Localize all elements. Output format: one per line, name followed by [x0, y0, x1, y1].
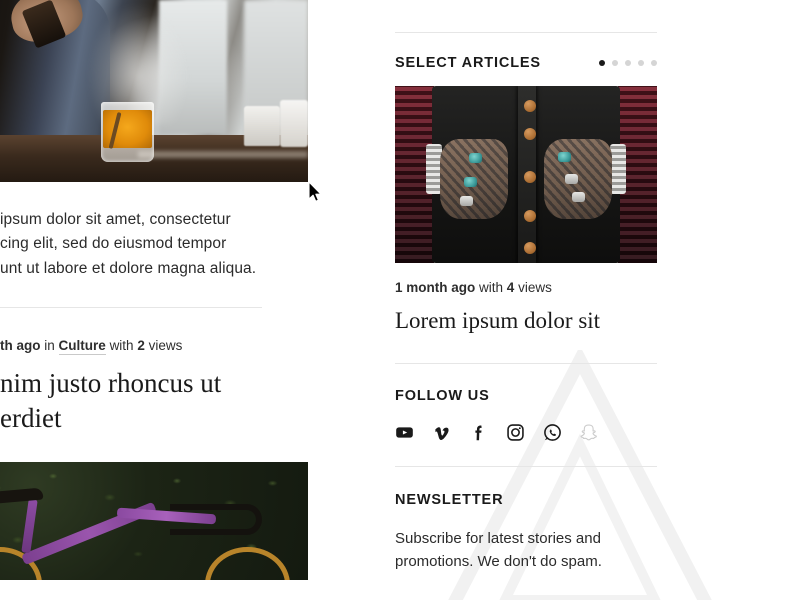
- article-with-label: with: [109, 338, 134, 354]
- featured-tattooed-hand-right: [544, 139, 613, 219]
- featured-jacket-button-4: [523, 209, 536, 222]
- featured-views-label: views: [518, 280, 552, 295]
- featured-jacket-button-3: [523, 170, 536, 183]
- excerpt-line-1: ipsum dolor sit amet, consectetur: [0, 211, 231, 228]
- carousel-dot-4[interactable]: [638, 60, 644, 66]
- carousel-dots[interactable]: [599, 60, 657, 66]
- bicycle-article-image[interactable]: [0, 461, 308, 580]
- featured-bracelet-right: [609, 144, 626, 194]
- whatsapp-icon[interactable]: [543, 423, 562, 442]
- featured-jacket-button-1: [523, 100, 536, 113]
- article-in-label: in: [44, 338, 55, 354]
- article-title-line-2: erdiet: [0, 403, 62, 433]
- featured-tattooed-hand-left: [439, 139, 508, 219]
- sidebar: SELECT ARTICLES 1 month ago with 4 views…: [395, 0, 657, 573]
- featured-ring-5: [564, 174, 578, 185]
- select-articles-header: SELECT ARTICLES: [395, 55, 657, 71]
- excerpt-line-3: unt ut labore et dolore magna aliqua.: [0, 259, 257, 277]
- featured-ring-3: [459, 196, 473, 207]
- featured-time-ago: 1 month ago: [395, 280, 476, 295]
- hero-article-image[interactable]: [0, 0, 308, 182]
- carousel-dot-3[interactable]: [625, 60, 631, 66]
- hero-cocktail-glass: [100, 101, 154, 162]
- carousel-dot-5[interactable]: [651, 60, 657, 66]
- select-articles-title: SELECT ARTICLES: [395, 55, 541, 71]
- excerpt-line-2: cing elit, sed do eiusmod tempor: [0, 235, 227, 253]
- page-root: ipsum dolor sit amet, consectetur cing e…: [0, 0, 800, 600]
- follow-us-title: FOLLOW US: [395, 387, 490, 404]
- carousel-dot-1[interactable]: [599, 60, 605, 66]
- featured-with-label: with: [479, 280, 504, 295]
- featured-article-image[interactable]: [395, 86, 657, 263]
- newsletter-title: NEWSLETTER: [395, 491, 504, 508]
- featured-ring-2: [464, 177, 478, 188]
- featured-ring-6: [571, 191, 585, 202]
- vimeo-icon[interactable]: [432, 423, 451, 442]
- article-time-ago: th ago: [0, 338, 41, 354]
- article-title[interactable]: nim justo rhoncus ut erdiet: [0, 353, 308, 435]
- featured-jacket-button-5: [523, 241, 536, 254]
- hero-bar-highlight: [138, 151, 308, 159]
- article-title-line-1: nim justo rhoncus ut: [0, 368, 222, 399]
- hero-background-bottle-1: [244, 105, 280, 146]
- main-content-column: ipsum dolor sit amet, consectetur cing e…: [0, 0, 308, 580]
- article-excerpt: ipsum dolor sit amet, consectetur cing e…: [0, 182, 308, 281]
- snapchat-icon[interactable]: [580, 423, 599, 442]
- featured-views-count: 4: [506, 280, 515, 295]
- article-views-label: views: [148, 338, 183, 354]
- facebook-icon[interactable]: [469, 423, 488, 442]
- article-meta: th ago in Culture with 2 views: [0, 308, 308, 356]
- article-category-link[interactable]: Culture: [58, 338, 106, 356]
- hero-background-bottle-2: [279, 100, 308, 148]
- newsletter-description: Subscribe for latest stories and promoti…: [395, 529, 602, 571]
- youtube-icon[interactable]: [395, 423, 414, 442]
- instagram-icon[interactable]: [506, 423, 525, 442]
- featured-article-title[interactable]: Lorem ipsum dolor sit: [395, 306, 657, 336]
- mouse-cursor: [308, 181, 322, 202]
- carousel-dot-2[interactable]: [612, 60, 618, 66]
- bike-handlebars: [169, 504, 262, 535]
- social-links[interactable]: [395, 423, 657, 442]
- featured-ring-4: [557, 151, 571, 162]
- featured-ring-1: [469, 153, 483, 164]
- featured-article-meta: 1 month ago with 4 views: [395, 280, 657, 295]
- article-views-count: 2: [137, 338, 145, 354]
